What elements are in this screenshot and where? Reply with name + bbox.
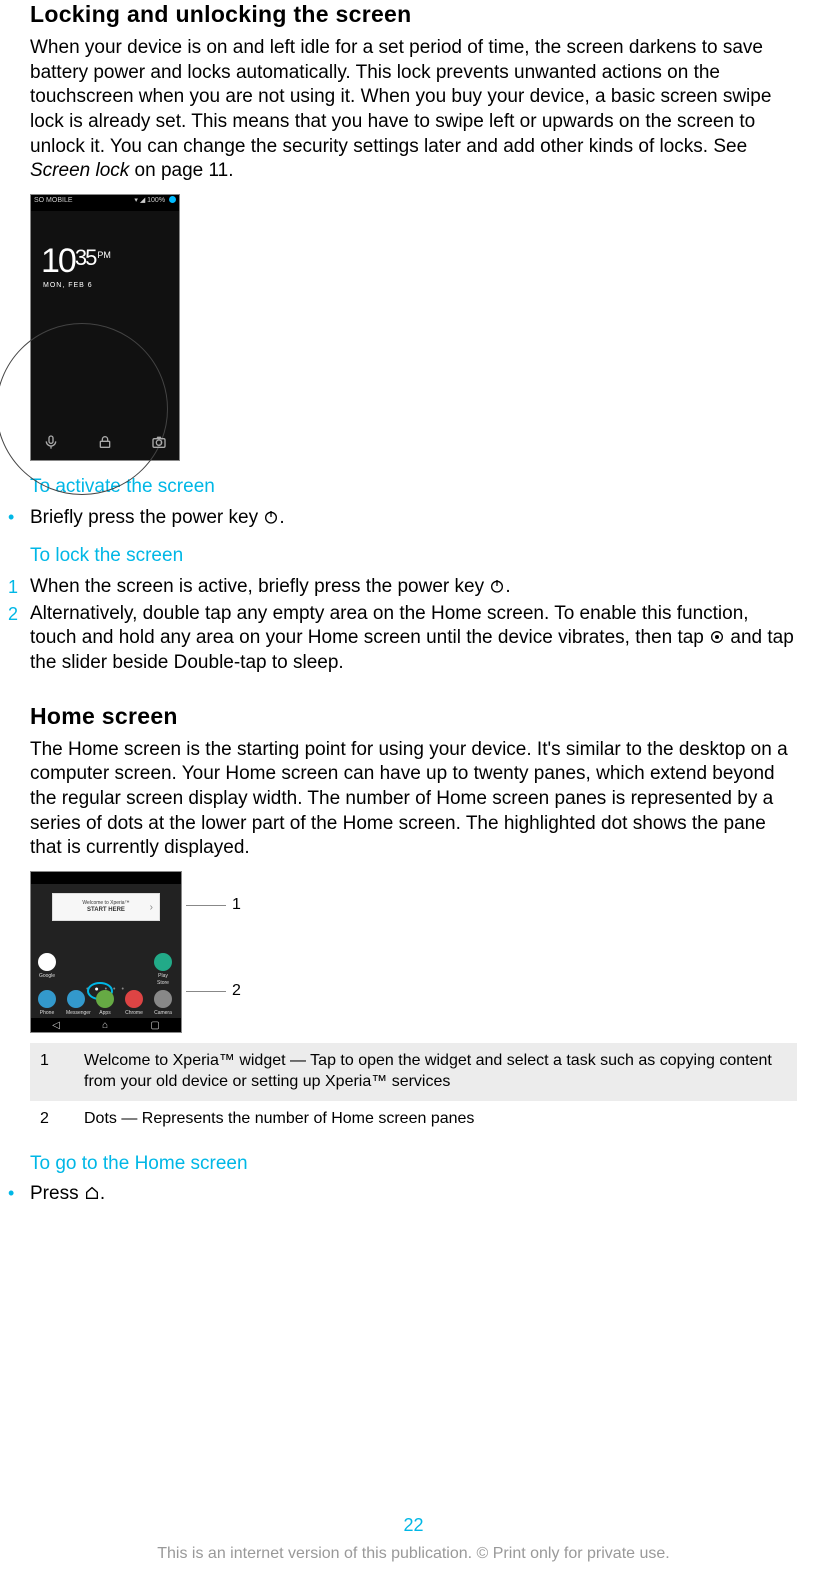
section-title-home: Home screen xyxy=(30,702,797,732)
nav-recents-icon: ▢ xyxy=(150,1019,159,1032)
figure-homescreen: Welcome to Xperia™ START HERE › Google Pl… xyxy=(30,871,182,1033)
lock-step2-text: Alternatively, double tap any empty area… xyxy=(30,602,797,676)
figure-legend-table: 1 Welcome to Xperia™ widget — Tap to ope… xyxy=(30,1043,797,1137)
home-widget-line1: Welcome to Xperia™ xyxy=(82,900,129,907)
app-icon xyxy=(124,953,144,986)
lockscreen-date: MON, FEB 6 xyxy=(43,281,179,290)
figure-lockscreen: SO MOBILE ▾ ◢ 100% 1035PM MON, FEB 6 xyxy=(30,194,180,461)
app-icon-label: Phone xyxy=(37,1010,57,1017)
section2-body: The Home screen is the starting point fo… xyxy=(30,738,797,861)
lock-step1-text: When the screen is active, briefly press… xyxy=(30,575,797,600)
subheading-activate: To activate the screen xyxy=(30,475,797,500)
activate-text: Briefly press the power key . xyxy=(30,506,797,531)
home-widget-line2: START HERE xyxy=(87,907,125,915)
app-icon: Play Store xyxy=(153,953,173,986)
lockscreen-hour: 10 xyxy=(41,239,75,283)
home-welcome-widget: Welcome to Xperia™ START HERE › xyxy=(53,894,159,920)
app-icon-label: Camera xyxy=(153,1010,173,1017)
lockscreen-carrier: SO MOBILE xyxy=(34,196,73,210)
subheading-goto-home: To go to the Home screen xyxy=(30,1152,797,1177)
power-icon xyxy=(489,576,505,597)
app-icon-circle xyxy=(125,990,143,1008)
app-icon-label: Chrome xyxy=(124,1010,144,1017)
home-navbar: ◁ ⌂ ▢ xyxy=(31,1018,181,1032)
lockscreen-statusbar: SO MOBILE ▾ ◢ 100% xyxy=(31,195,179,211)
app-icon-circle xyxy=(154,953,172,971)
callout-2: 2 xyxy=(186,981,241,1002)
section1-body: When your device is on and left idle for… xyxy=(30,36,797,184)
camera-icon xyxy=(151,434,167,452)
section1-text-tail: on page 11. xyxy=(129,160,233,181)
lock-step1: 1 When the screen is active, briefly pre… xyxy=(8,575,797,600)
activate-bullet: • Briefly press the power key . xyxy=(8,506,797,531)
legend-1-text: Welcome to Xperia™ widget — Tap to open … xyxy=(74,1043,797,1101)
bullet-dot: • xyxy=(8,1182,30,1204)
legend-row-1: 1 Welcome to Xperia™ widget — Tap to ope… xyxy=(30,1043,797,1101)
goto-text: Press . xyxy=(30,1182,797,1207)
app-icon-label: Google xyxy=(37,973,57,980)
lockscreen-arc xyxy=(0,323,168,495)
app-icon-circle xyxy=(96,990,114,1008)
page-number: 22 xyxy=(0,1514,827,1537)
subheading-lock: To lock the screen xyxy=(30,544,797,569)
lock-step2-num: 2 xyxy=(8,602,30,626)
app-icon: Apps xyxy=(95,990,115,1017)
app-icon: Messenger xyxy=(66,990,86,1017)
app-icon-label: Apps xyxy=(95,1010,115,1017)
lock-step2: 2 Alternatively, double tap any empty ar… xyxy=(8,602,797,676)
mic-icon xyxy=(43,434,59,452)
nav-home-icon: ⌂ xyxy=(102,1019,108,1032)
home-statusbar xyxy=(31,872,181,884)
app-icon-circle xyxy=(154,990,172,1008)
lock-step1-num: 1 xyxy=(8,575,30,599)
app-icon-circle xyxy=(38,990,56,1008)
bullet-dot: • xyxy=(8,506,30,528)
section-title-locking: Locking and unlocking the screen xyxy=(30,0,797,30)
legend-1-num: 1 xyxy=(30,1043,74,1101)
legend-row-2: 2 Dots — Represents the number of Home s… xyxy=(30,1101,797,1138)
lockscreen-ampm: PM xyxy=(97,250,111,260)
lockscreen-bottom-icons xyxy=(31,434,179,452)
section1-text-em: Screen lock xyxy=(30,160,129,181)
figure-callouts: 1 2 xyxy=(186,871,246,1031)
goto-bullet: • Press . xyxy=(8,1182,797,1207)
lockscreen-status-icons: ▾ ◢ 100% xyxy=(132,196,176,210)
app-icon: Camera xyxy=(153,990,173,1017)
callout-1: 1 xyxy=(186,895,241,916)
chevron-right-icon: › xyxy=(150,901,153,914)
lockscreen-clock: 1035PM MON, FEB 6 xyxy=(41,239,179,290)
app-icon-circle xyxy=(125,953,143,971)
section1-text-a: When your device is on and left idle for… xyxy=(30,37,771,157)
legend-2-text: Dots — Represents the number of Home scr… xyxy=(74,1101,797,1138)
app-icon-circle xyxy=(67,953,85,971)
power-icon xyxy=(263,507,279,528)
app-icon-circle xyxy=(67,990,85,1008)
home-icon xyxy=(84,1183,100,1204)
app-icon: Google xyxy=(37,953,57,986)
settings-dot-icon xyxy=(709,627,725,648)
app-icon xyxy=(66,953,86,986)
figure-homescreen-container: Welcome to Xperia™ START HERE › Google Pl… xyxy=(30,871,797,1033)
lockscreen-user-icon xyxy=(169,196,176,203)
app-icon-label: Messenger xyxy=(66,1010,86,1017)
app-icon: Chrome xyxy=(124,990,144,1017)
lockscreen-minute: 35 xyxy=(75,244,95,273)
legend-2-num: 2 xyxy=(30,1101,74,1138)
footer-note: This is an internet version of this publ… xyxy=(0,1544,827,1565)
lock-icon xyxy=(97,434,113,452)
app-icon-circle xyxy=(38,953,56,971)
home-app-row-1: Google Play Store xyxy=(37,953,173,986)
app-icon-circle xyxy=(96,953,114,971)
home-app-row-2: Phone Messenger Apps Chrome Camera xyxy=(37,990,173,1017)
nav-back-icon: ◁ xyxy=(52,1019,60,1032)
app-icon: Phone xyxy=(37,990,57,1017)
